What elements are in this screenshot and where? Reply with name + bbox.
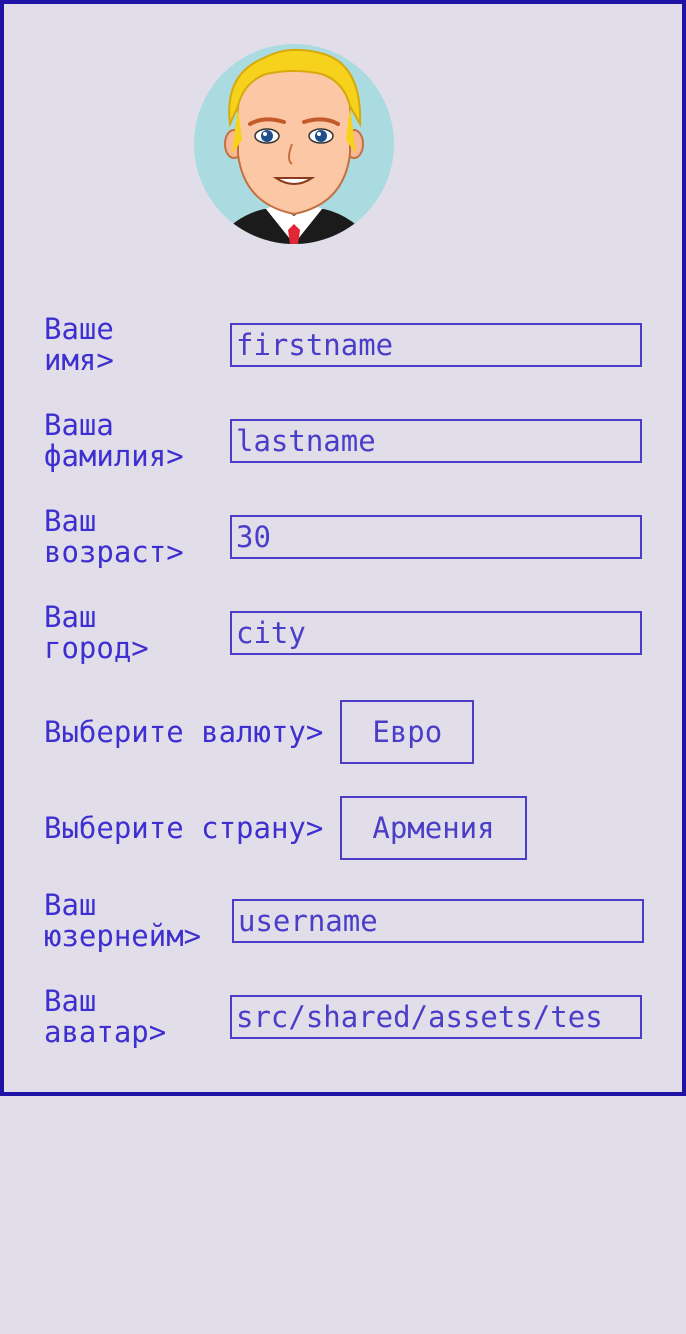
age-input[interactable]: 30 — [230, 515, 642, 559]
avatar-row: Ваш аватар> src/shared/assets/tes — [44, 986, 642, 1048]
avatar-illustration — [194, 44, 394, 244]
avatar-input[interactable]: src/shared/assets/tes — [230, 995, 642, 1039]
city-label: Ваш город> — [44, 600, 149, 665]
currency-row: Выберите валюту> Евро — [44, 700, 475, 764]
country-label: Выберите страну> — [44, 810, 324, 845]
currency-select[interactable]: Евро — [340, 700, 475, 764]
profile-avatar-image — [194, 44, 394, 244]
currency-label: Выберите валюту> — [44, 714, 324, 749]
age-label: Ваш возраст> — [44, 504, 184, 569]
country-select[interactable]: Армения — [340, 796, 527, 860]
firstname-input[interactable]: firstname — [230, 323, 642, 367]
username-label: Ваш юзернейм> — [44, 888, 202, 953]
city-input[interactable]: city — [230, 611, 642, 655]
avatar-label: Ваш аватар> — [44, 984, 167, 1049]
username-input[interactable]: username — [232, 899, 644, 943]
lastname-label: Ваша фамилия> — [44, 408, 184, 473]
username-row: Ваш юзернейм> username — [44, 890, 644, 952]
age-row: Ваш возраст> 30 — [44, 506, 642, 568]
lastname-row: Ваша фамилия> lastname — [44, 410, 642, 472]
city-row: Ваш город> city — [44, 602, 642, 664]
country-row: Выберите страну> Армения — [44, 796, 527, 860]
lastname-input[interactable]: lastname — [230, 419, 642, 463]
firstname-row: Ваше имя> firstname — [44, 314, 642, 376]
profile-card: Ваше имя> firstname Ваша фамилия> lastna… — [0, 0, 686, 1096]
firstname-label: Ваше имя> — [44, 312, 114, 377]
